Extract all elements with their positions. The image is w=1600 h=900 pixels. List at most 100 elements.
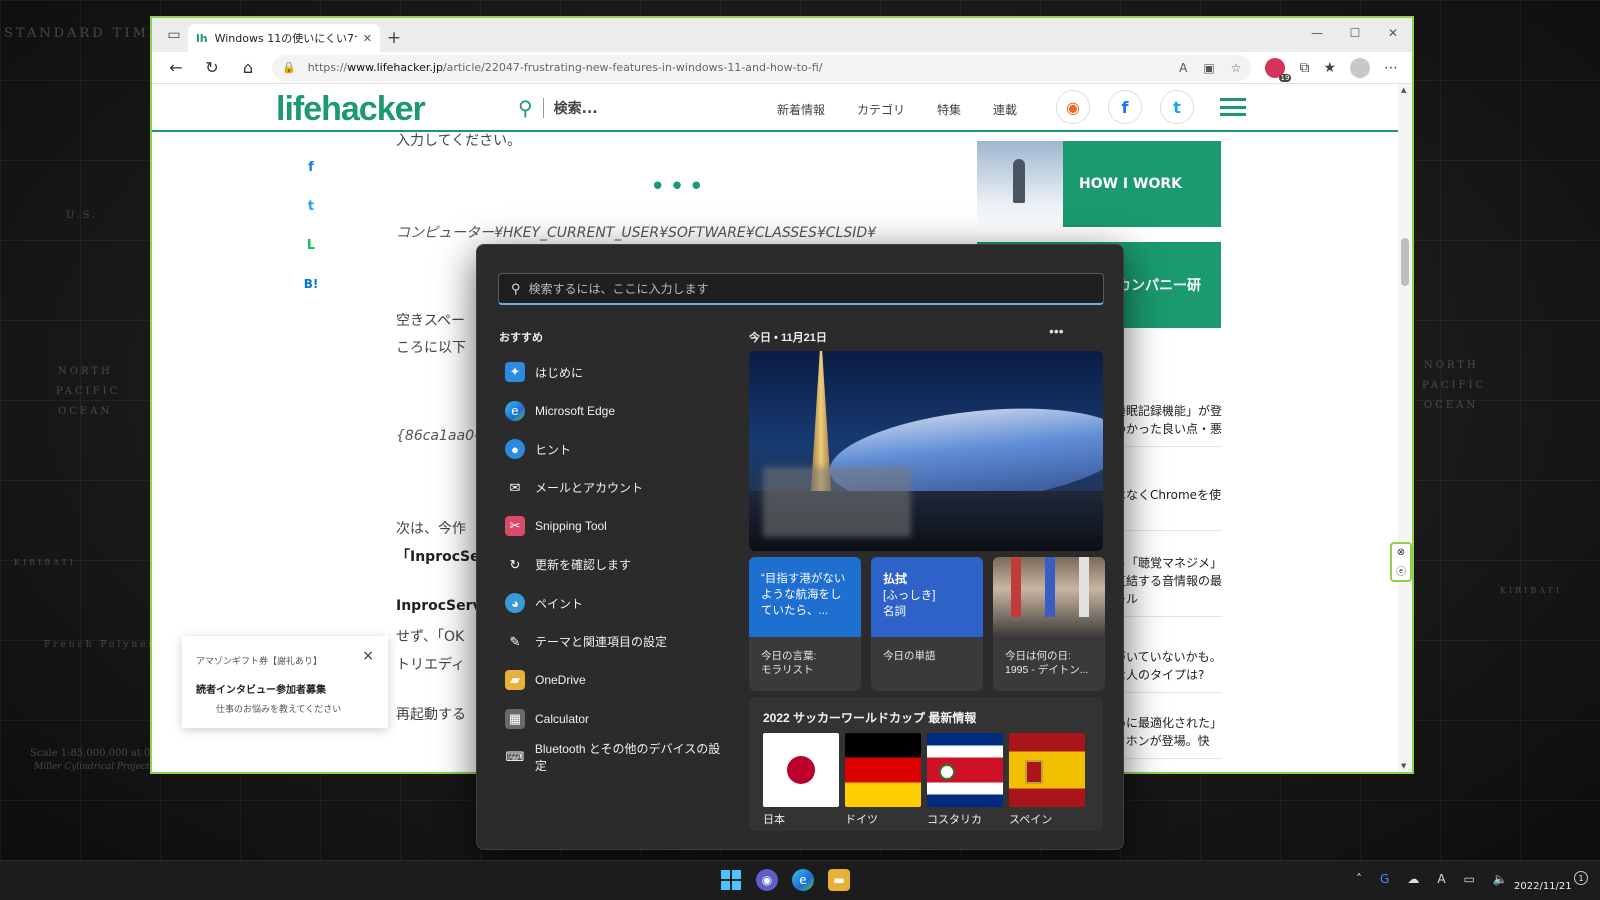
start-item-mail[interactable]: ✉ メールとアカウント: [505, 469, 731, 508]
more-options-icon[interactable]: •••: [1049, 323, 1064, 339]
taskbar-date[interactable]: 2022/11/21: [1514, 881, 1572, 892]
address-bar[interactable]: 🔒 https:// www.lifehacker.jp /article/22…: [272, 54, 1252, 81]
team-japan[interactable]: 日本: [763, 733, 839, 827]
team-costa-rica[interactable]: コスタリカ: [927, 733, 1003, 827]
minimize-icon[interactable]: —: [1298, 18, 1336, 48]
card-history[interactable]: 今日は何の日: 1995 - デイトン...: [993, 557, 1105, 691]
chevron-up-icon[interactable]: ˄: [1356, 872, 1362, 886]
edge-taskbar-icon[interactable]: e: [792, 869, 814, 891]
article-text: 再起動する: [396, 707, 466, 723]
hero-image[interactable]: [749, 351, 1103, 551]
start-item-bluetooth[interactable]: ⌨ Bluetooth とその他のデバイスの設定: [505, 738, 731, 777]
lightbulb-icon: ●: [505, 439, 525, 460]
article-text: ころに以下: [396, 340, 466, 356]
article-text: 空きスペー: [396, 313, 466, 329]
windows-start-icon[interactable]: [720, 869, 742, 891]
page-scrollbar[interactable]: ▲ ▼: [1398, 84, 1412, 772]
refresh-icon: ↻: [509, 556, 521, 572]
start-item-edge[interactable]: e Microsoft Edge: [505, 392, 731, 431]
chat-icon[interactable]: ◉: [756, 869, 778, 891]
team-name: 日本: [763, 814, 785, 826]
refresh-icon[interactable]: ↻: [194, 54, 230, 82]
scroll-thumb[interactable]: [1401, 238, 1409, 286]
new-tab-button[interactable]: +: [380, 24, 408, 52]
back-arrow-icon[interactable]: ←: [158, 54, 194, 82]
tab-active[interactable]: lh Windows 11の使いにくい7つの機能 ✕: [188, 24, 380, 52]
home-icon[interactable]: ⌂: [230, 54, 266, 82]
nav-category[interactable]: カテゴリ: [857, 101, 905, 118]
extension-badge-icon[interactable]: [1265, 57, 1292, 82]
hamburger-menu-icon[interactable]: [1220, 98, 1246, 116]
palette-icon: ◕: [505, 593, 525, 614]
team-spain[interactable]: スペイン: [1009, 733, 1085, 827]
share-facebook-icon[interactable]: f: [300, 156, 322, 178]
start-item-calculator[interactable]: ▦ Calculator: [505, 700, 731, 739]
share-line-icon[interactable]: L: [300, 234, 322, 256]
volume-icon[interactable]: 🔈: [1493, 872, 1508, 886]
tab-actions-icon[interactable]: ▭: [160, 18, 188, 52]
sidebar-card-how-i-work[interactable]: HOW I WORK: [977, 141, 1221, 227]
item-label: テーマと関連項目の設定: [535, 635, 668, 650]
more-menu-icon[interactable]: ⋯: [1384, 60, 1398, 76]
tab-strip: ▭ lh Windows 11の使いにくい7つの機能 ✕ + — ☐ ✕: [152, 18, 1412, 52]
team-germany[interactable]: ドイツ: [845, 733, 921, 827]
toast-close-icon[interactable]: ×: [362, 648, 374, 664]
start-item-onedrive[interactable]: ▰ OneDrive: [505, 661, 731, 700]
extension-side-widget[interactable]: ⊗ ⓔ: [1390, 542, 1412, 582]
favorites-icon[interactable]: ★: [1323, 60, 1336, 76]
nav-new[interactable]: 新着情報: [777, 101, 825, 118]
site-search[interactable]: ⚲ 検索...: [518, 96, 598, 120]
maximize-icon[interactable]: ☐: [1336, 18, 1374, 48]
promo-toast[interactable]: × アマゾンギフト券【謝礼あり】 読者インタビュー参加者募集 仕事のお悩みを教え…: [182, 636, 388, 728]
taskbar-apps: ◉ e ▬: [720, 869, 850, 891]
close-window-icon[interactable]: ✕: [1374, 18, 1412, 48]
card-word[interactable]: 払拭 [ふっしき] 名詞 今日の単語: [871, 557, 983, 691]
ime-mode-indicator[interactable]: A: [1437, 872, 1445, 886]
cloud-icon[interactable]: ☁: [1407, 872, 1419, 886]
card-caption-line: 1995 - デイトン...: [1005, 664, 1089, 676]
map-label: NORTH: [58, 366, 113, 377]
google-ime-icon[interactable]: G: [1380, 872, 1389, 886]
start-item-theme[interactable]: ✎ テーマと関連項目の設定: [505, 623, 731, 662]
start-item-get-started[interactable]: ✦ はじめに: [505, 353, 731, 392]
nav-feature[interactable]: 特集: [937, 101, 961, 118]
start-item-tips[interactable]: ● ヒント: [505, 430, 731, 469]
word-reading: [ふっしき]: [883, 590, 936, 602]
item-label: メールとアカウント: [535, 481, 644, 496]
share-hatena-icon[interactable]: B!: [300, 273, 322, 295]
lifehacker-logo[interactable]: lifehacker: [276, 90, 426, 129]
start-item-update[interactable]: ↻ 更新を確認します: [505, 546, 731, 585]
twitter-icon[interactable]: t: [1160, 90, 1194, 124]
file-explorer-icon[interactable]: ▬: [828, 869, 850, 891]
start-search-input[interactable]: ⚲ 検索するには、ここに入力します: [498, 273, 1104, 305]
team-name: スペイン: [1009, 814, 1053, 826]
worldcup-flags: 日本 ドイツ コスタリカ スペイン: [763, 733, 1085, 827]
start-item-snipping[interactable]: ✂ Snipping Tool: [505, 507, 731, 546]
network-icon[interactable]: ▭: [1464, 872, 1475, 886]
scroll-down-icon[interactable]: ▼: [1401, 762, 1406, 770]
share-twitter-icon[interactable]: t: [300, 195, 322, 217]
scroll-up-icon[interactable]: ▲: [1401, 86, 1406, 94]
map-label: KIRIBATI: [1500, 586, 1563, 595]
card-word-content: 払拭 [ふっしき] 名詞: [871, 557, 983, 637]
nav-series[interactable]: 連載: [993, 101, 1017, 118]
facebook-icon[interactable]: f: [1108, 90, 1142, 124]
browser-toolbar-icons: ⧉ ★ ⋯: [1257, 57, 1406, 82]
add-favorite-icon[interactable]: ☆: [1231, 61, 1242, 75]
start-item-paint[interactable]: ◕ ペイント: [505, 584, 731, 623]
edge-small-icon[interactable]: ⓔ: [1396, 563, 1406, 578]
mail-icon: ✉: [509, 479, 521, 495]
card-caption-line: 今日の単語: [883, 650, 936, 662]
worldcup-widget[interactable]: 2022 サッカーワールドカップ 最新情報 日本 ドイツ コスタリカ スペイン: [749, 697, 1103, 831]
profile-avatar[interactable]: [1350, 57, 1370, 78]
start-search-placeholder: 検索するには、ここに入力します: [528, 282, 709, 296]
article-text: 「InprocSe: [396, 549, 480, 565]
extensions-icon[interactable]: ⧉: [1299, 60, 1309, 76]
close-circle-icon[interactable]: ⊗: [1397, 547, 1405, 558]
immersive-reader-icon[interactable]: ▣: [1203, 61, 1214, 75]
rss-icon[interactable]: ◉: [1056, 90, 1090, 124]
tab-close-icon[interactable]: ✕: [363, 32, 372, 45]
read-aloud-icon[interactable]: A: [1179, 61, 1187, 75]
card-quote[interactable]: “目指す港がないような航海をしていたら、... 今日の言葉: モラリスト: [749, 557, 861, 691]
notification-badge[interactable]: 1: [1574, 871, 1588, 885]
